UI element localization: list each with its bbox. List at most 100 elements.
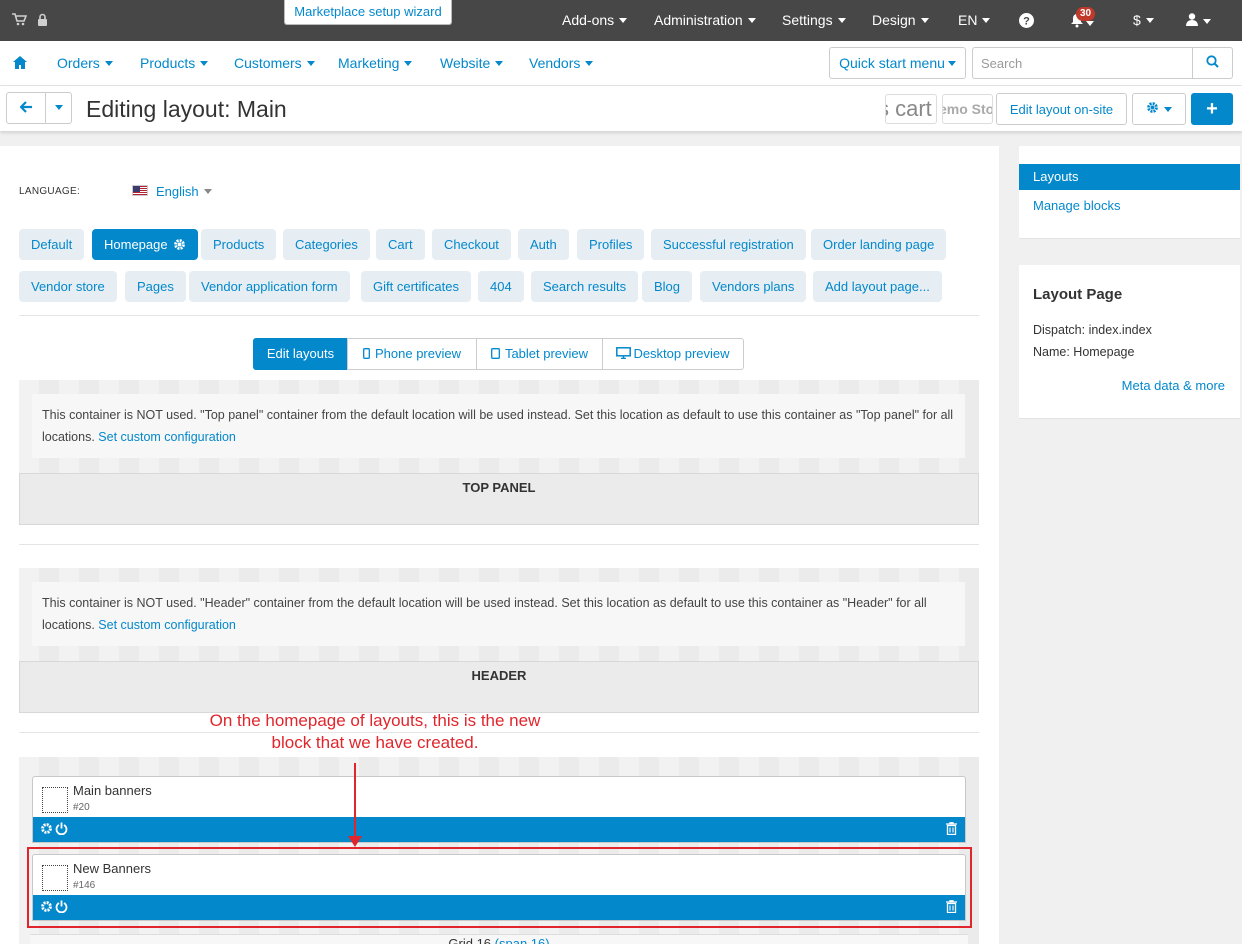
tab-404[interactable]: 404 (478, 271, 524, 302)
tab-auth[interactable]: Auth (518, 229, 569, 260)
container-title: TOP PANEL (19, 473, 979, 525)
desktop-preview-button[interactable]: Desktop preview (602, 338, 744, 370)
tab-checkout[interactable]: Checkout (432, 229, 511, 260)
top-panel-notice: This container is NOT used. "Top panel" … (32, 394, 965, 458)
svg-text:?: ? (1023, 16, 1030, 28)
quick-start-menu-button[interactable]: Quick start menu (829, 47, 966, 79)
set-custom-configuration-link[interactable]: Set custom configuration (98, 618, 236, 632)
container-title: HEADER (19, 661, 979, 713)
block-toolbar (33, 817, 965, 842)
storefront-logo-1[interactable]: s cart (885, 94, 937, 124)
tab-add-layout-page[interactable]: Add layout page... (813, 271, 942, 302)
search-icon (1206, 55, 1219, 68)
search-input[interactable] (972, 47, 1193, 79)
nav-products[interactable]: Products (140, 41, 209, 85)
title-bar: Editing layout: Main s cart emo Sto Edit… (0, 86, 1242, 131)
block-id: #20 (73, 802, 90, 813)
tab-categories[interactable]: Categories (283, 229, 370, 260)
tab-search-results[interactable]: Search results (531, 271, 639, 302)
add-button[interactable]: + (1191, 93, 1233, 125)
marketplace-wizard-link[interactable]: Marketplace setup wizard (284, 0, 452, 25)
annotation-arrow-head (348, 836, 362, 847)
cart-icon[interactable] (12, 13, 28, 29)
gear-icon (174, 239, 186, 250)
language-selector[interactable]: English (156, 184, 212, 199)
tab-profiles[interactable]: Profiles (577, 229, 645, 260)
menu-language[interactable]: EN (958, 0, 991, 41)
chevron-down-icon (585, 60, 594, 66)
power-icon[interactable] (55, 822, 68, 838)
nav-customers[interactable]: Customers (234, 41, 315, 85)
chevron-down-icon (200, 60, 209, 66)
tab-blog[interactable]: Blog (642, 271, 693, 302)
menu-design[interactable]: Design (872, 0, 929, 41)
menu-addons[interactable]: Add-ons (562, 0, 628, 41)
dispatch-info: Dispatch: index.index (1033, 323, 1152, 337)
us-flag-icon (132, 185, 148, 196)
tab-pages[interactable]: Pages (125, 271, 186, 302)
edit-layouts-button[interactable]: Edit layouts (253, 338, 348, 370)
nav-marketing[interactable]: Marketing (338, 41, 413, 85)
gear-icon (1147, 102, 1158, 113)
storefront-logo-2[interactable]: emo Sto (942, 94, 993, 124)
annotation-arrow (354, 763, 356, 838)
gear-icon[interactable] (40, 822, 53, 838)
layout-page-info: Layout Page Dispatch: index.index Name: … (1019, 265, 1240, 419)
tab-vendors-plans[interactable]: Vendors plans (700, 271, 807, 302)
chevron-down-icon (1086, 20, 1094, 26)
tablet-icon (490, 348, 500, 359)
layout-editor-panel: LANGUAGE: English Default Homepage Produ… (0, 146, 999, 944)
highlight-box (27, 847, 972, 928)
menu-administration[interactable]: Administration (654, 0, 756, 41)
sidebar-item-manage-blocks[interactable]: Manage blocks (1033, 198, 1120, 213)
nav-website[interactable]: Website (440, 41, 504, 85)
divider (19, 544, 979, 545)
tablet-preview-button[interactable]: Tablet preview (476, 338, 603, 370)
layout-page-title: Layout Page (1033, 286, 1123, 303)
block-placeholder-icon (42, 787, 68, 813)
tab-cart[interactable]: Cart (376, 229, 425, 260)
tab-vendor-store[interactable]: Vendor store (19, 271, 117, 302)
user-menu[interactable] (1186, 13, 1211, 29)
settings-dropdown-button[interactable] (1132, 93, 1186, 125)
home-icon[interactable] (13, 56, 27, 71)
tab-vendor-application-form[interactable]: Vendor application form (189, 271, 350, 302)
chevron-down-icon (104, 60, 113, 66)
phone-icon (363, 348, 370, 359)
plus-icon: + (1206, 97, 1218, 120)
tab-order-landing-page[interactable]: Order landing page (811, 229, 947, 260)
phone-preview-button[interactable]: Phone preview (347, 338, 477, 370)
chevron-down-icon (404, 60, 413, 66)
back-button[interactable] (6, 92, 46, 124)
tab-products[interactable]: Products (201, 229, 277, 260)
sidebar-item-layouts[interactable]: Layouts (1019, 164, 1240, 190)
chevron-down-icon (747, 17, 756, 23)
nav-vendors[interactable]: Vendors (529, 41, 594, 85)
tab-default[interactable]: Default (19, 229, 85, 260)
nav-orders[interactable]: Orders (57, 41, 113, 85)
chevron-down-icon (1145, 17, 1154, 23)
set-custom-configuration-link[interactable]: Set custom configuration (98, 430, 236, 444)
block-main-banners[interactable]: Main banners #20 (32, 776, 966, 843)
back-dropdown-button[interactable] (45, 92, 72, 124)
search-button[interactable] (1192, 47, 1233, 79)
top-panel-container: This container is NOT used. "Top panel" … (19, 380, 979, 525)
tab-gift-certificates[interactable]: Gift certificates (361, 271, 471, 302)
help-icon[interactable]: ? (1019, 13, 1034, 29)
content-grid: Main banners #20 New Banners #146 Grid 1… (19, 757, 979, 944)
annotation-text: On the homepage of layouts, this is the … (209, 711, 541, 752)
chevron-down-icon (920, 17, 929, 23)
tab-homepage[interactable]: Homepage (92, 229, 199, 260)
chevron-down-icon (837, 17, 846, 23)
menu-settings[interactable]: Settings (782, 0, 846, 41)
trash-icon[interactable] (946, 822, 957, 838)
sidebar-nav: Layouts Manage blocks (1019, 146, 1240, 239)
chevron-down-icon (619, 17, 628, 23)
main-nav: Orders Products Customers Marketing Webs… (0, 41, 1242, 86)
tab-successful-registration[interactable]: Successful registration (651, 229, 806, 260)
menu-currency[interactable]: $ (1133, 0, 1154, 41)
edit-layout-on-site-button[interactable]: Edit layout on-site (996, 93, 1127, 125)
language-label: LANGUAGE: (19, 186, 81, 197)
meta-data-link[interactable]: Meta data & more (1122, 378, 1225, 393)
lock-icon[interactable] (37, 13, 48, 29)
